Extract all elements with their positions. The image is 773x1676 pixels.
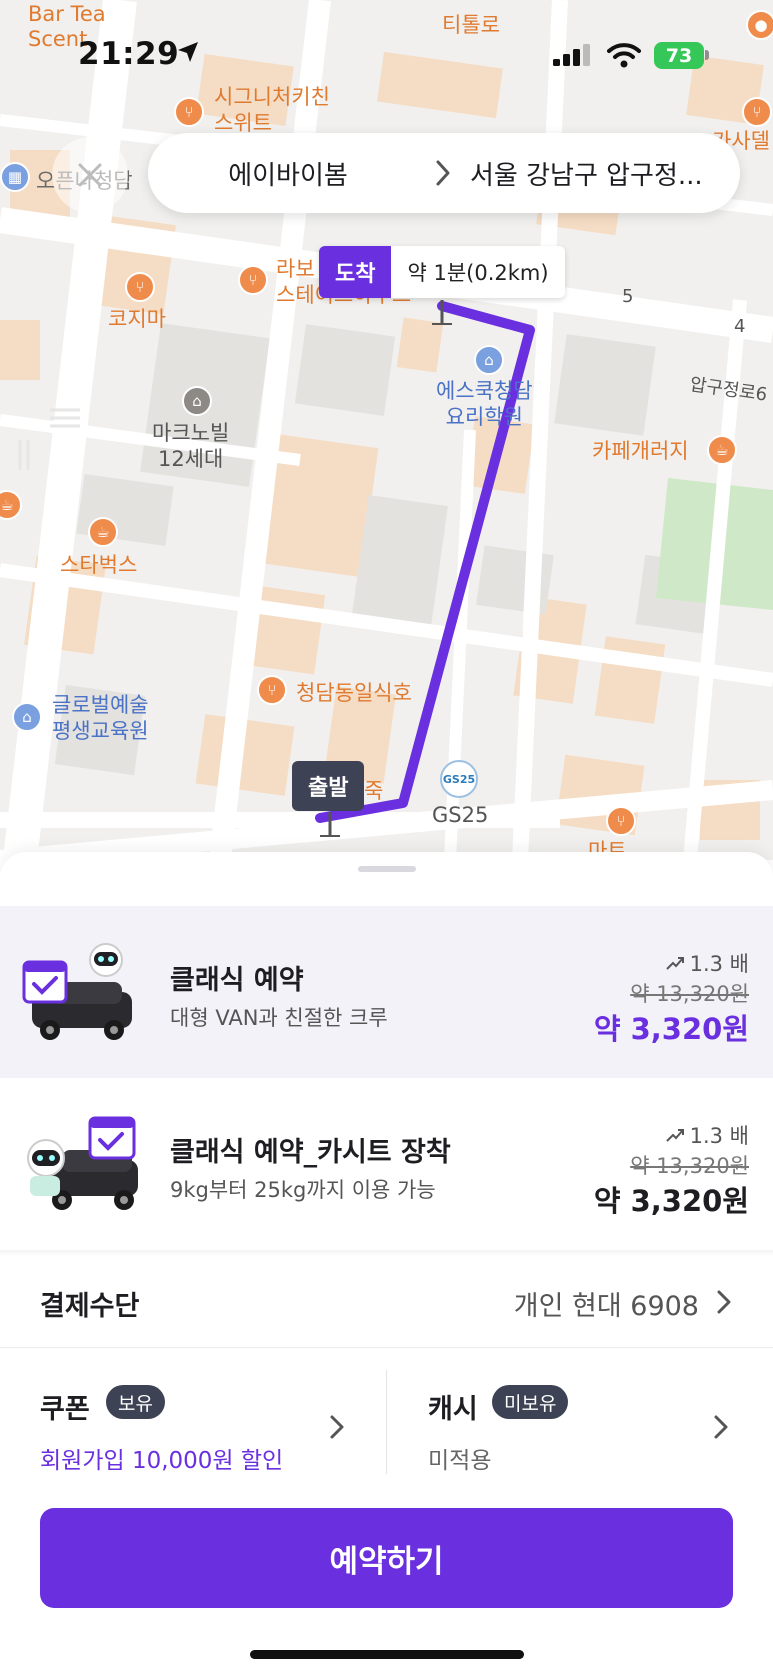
chevron-right-icon (714, 1415, 728, 1439)
original-price: 약 13,320원 (630, 1154, 749, 1178)
route-destination[interactable]: 서울 강남구 압구정... (458, 155, 740, 192)
close-icon (78, 163, 102, 187)
map-label: 코지마 (108, 307, 166, 331)
sheet-drag-handle[interactable] (358, 866, 416, 872)
surge-multiplier: 1.3 배 (665, 948, 749, 978)
map-label-escook: 에스쿡청담 요리학원 (436, 379, 533, 429)
cafe-icon[interactable]: ☕ (707, 435, 737, 465)
chevron-right-icon (330, 1415, 344, 1439)
restaurant-icon[interactable]: ⑂ (742, 97, 772, 127)
route-summary-bar[interactable]: 에이바이봄 서울 강남구 압구정... (148, 133, 740, 213)
restaurant-icon[interactable]: ⑂ (257, 675, 287, 705)
departure-badge: 출발 (292, 761, 365, 811)
map-label-global: 글로벌예술 평생교육원 (52, 693, 149, 743)
arrival-eta: 약 1분(0.2km) (391, 246, 565, 298)
map-label-mark: 마크노빌 12세대 (152, 421, 230, 471)
map-label: 스타벅스 (60, 553, 138, 577)
route-origin[interactable]: 에이바이봄 (148, 155, 428, 192)
coupon-detail: 회원가입 10,000원 할인 (40, 1448, 284, 1474)
restaurant-icon[interactable]: ⑂ (238, 265, 268, 295)
academy-icon[interactable]: ⌂ (12, 702, 42, 732)
cash-label: 캐시 (428, 1394, 478, 1425)
payment-label: 결제수단 (40, 1291, 140, 1322)
service-title: 클래식 예약_카시트 장착 (170, 1137, 451, 1168)
service-option-classic[interactable]: 클래식 예약 대형 VAN과 친절한 크루 1.3 배 약 13,320원 약 … (0, 906, 773, 1078)
map-label: 카페개러지 (592, 439, 689, 463)
wifi-icon (607, 43, 641, 68)
service-description: 9kg부터 25kg까지 이용 가능 (170, 1178, 436, 1202)
home-indicator[interactable] (250, 1650, 524, 1659)
reserve-button[interactable]: 예약하기 (40, 1508, 733, 1608)
van-robot-carseat-icon (27, 1116, 138, 1210)
service-option-carseat[interactable]: 클래식 예약_카시트 장착 9kg부터 25kg까지 이용 가능 1.3 배 약… (0, 1078, 773, 1250)
restaurant-icon[interactable]: ⑂ (125, 272, 155, 302)
vertical-divider (386, 1370, 387, 1474)
discounted-price: 약 3,320원 (593, 1012, 749, 1046)
battery-tip (705, 50, 709, 60)
chevron-right-icon (428, 159, 458, 187)
gs25-icon[interactable]: GS 25 (440, 760, 478, 798)
restaurant-icon[interactable]: ⑂ (606, 806, 636, 836)
restaurant-icon[interactable]: ⑂ (174, 97, 204, 127)
cellular-signal-icon (553, 44, 590, 66)
coupon-row[interactable]: 쿠폰 보유 회원가입 10,000원 할인 (40, 1349, 350, 1477)
discounted-price: 약 3,320원 (593, 1184, 749, 1218)
surge-value: 1.3 배 (689, 1124, 749, 1148)
cafe-icon[interactable]: ☕ (88, 517, 118, 547)
map-label: 청담동일식호 (296, 681, 412, 705)
cash-row[interactable]: 캐시 미보유 미적용 (428, 1349, 733, 1477)
map-label: 죽 (364, 779, 384, 803)
chevron-right-icon (717, 1290, 731, 1314)
map-label: GS25 (432, 803, 489, 827)
map-label-signature: 시그니처키친 스위트 (214, 85, 330, 135)
trend-up-icon (665, 957, 684, 970)
van-robot-calendar-icon (22, 943, 132, 1040)
close-button[interactable] (52, 137, 128, 213)
poi-icon[interactable]: ● (746, 10, 773, 40)
map-view[interactable]: ⑂ ⑂ ⑂ ⑂ ⑂ ⑂ ☕ ☕ ☕ ● ⌂ ⌂ ▦ ⌂ GS 25 Bar Tea… (0, 0, 773, 860)
cash-badge: 미보유 (492, 1385, 569, 1419)
surge-multiplier: 1.3 배 (665, 1120, 749, 1150)
status-time: 21:29 (78, 36, 180, 72)
map-label: 4 (734, 316, 746, 337)
arrival-tag: 도착 약 1분(0.2km) (319, 246, 565, 298)
payment-method-row[interactable]: 결제수단 개인 현대 6908 (0, 1256, 773, 1348)
location-arrow-icon (178, 42, 198, 62)
map-label: 5 (622, 286, 634, 307)
coupon-label: 쿠폰 (40, 1394, 90, 1425)
residence-icon[interactable]: ⌂ (182, 386, 212, 416)
building-icon[interactable]: ▦ (0, 162, 30, 192)
payment-value: 개인 현대 6908 (513, 1291, 699, 1322)
map-label: 티톨로 (442, 13, 500, 37)
academy-icon[interactable]: ⌂ (474, 345, 504, 375)
cash-detail: 미적용 (428, 1448, 492, 1474)
service-title: 클래식 예약 (170, 965, 304, 996)
trend-up-icon (665, 1129, 684, 1142)
coupon-badge: 보유 (106, 1385, 165, 1419)
surge-value: 1.3 배 (689, 952, 749, 976)
original-price: 약 13,320원 (630, 982, 749, 1006)
service-description: 대형 VAN과 친절한 크루 (170, 1006, 388, 1030)
arrival-badge: 도착 (319, 246, 392, 298)
battery-indicator: 73 (654, 42, 704, 69)
